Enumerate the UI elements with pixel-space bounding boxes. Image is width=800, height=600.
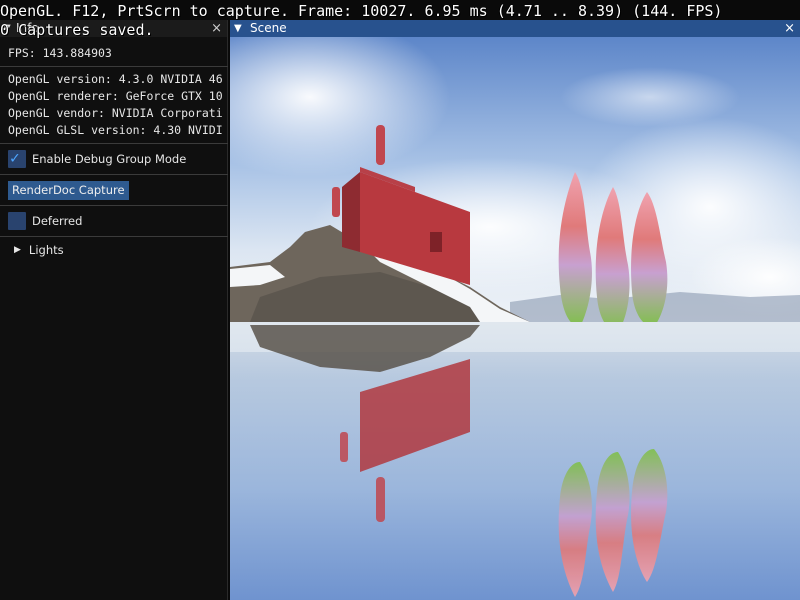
- fps-readout: FPS: 143.884903: [8, 46, 112, 60]
- divider: [0, 66, 228, 67]
- scene-title: Scene: [250, 21, 287, 35]
- debug-group-checkbox[interactable]: ✓: [8, 148, 26, 168]
- debug-group-toggle[interactable]: ✓ Enable Debug Group Mode: [8, 148, 227, 170]
- renderdoc-capture-button[interactable]: RenderDoc Capture: [8, 180, 129, 200]
- triangle-right-icon[interactable]: ▶: [14, 245, 21, 255]
- lights-tree-node[interactable]: ▶ Lights: [8, 241, 227, 259]
- close-icon[interactable]: ×: [784, 20, 795, 37]
- gl-vendor-text: OpenGL vendor: NVIDIA Corporati: [8, 106, 223, 120]
- cloud: [560, 67, 740, 127]
- deferred-toggle[interactable]: Deferred: [8, 210, 227, 232]
- divider: [0, 205, 228, 206]
- debug-group-label: Enable Debug Group Mode: [32, 152, 187, 166]
- frame-stats-overlay: OpenGL. F12, PrtScrn to capture. Frame: …: [0, 2, 723, 20]
- scene-title-bar[interactable]: ▼ Scene ×: [230, 20, 800, 37]
- gl-glsl-text: OpenGL GLSL version: 4.30 NVIDI: [8, 123, 223, 137]
- scene-window: ▼ Scene ×: [230, 20, 800, 600]
- captures-saved-overlay: 0 Captures saved.: [0, 21, 154, 39]
- deferred-label: Deferred: [32, 214, 83, 228]
- close-icon[interactable]: ×: [211, 20, 222, 37]
- checkmark-icon: ✓: [10, 148, 20, 167]
- lights-label: Lights: [28, 243, 64, 257]
- divider: [0, 143, 228, 144]
- deferred-checkbox[interactable]: [8, 212, 26, 230]
- divider: [0, 236, 228, 237]
- scene-viewport[interactable]: [230, 37, 800, 600]
- claw-reflections: [558, 449, 668, 597]
- divider: [0, 174, 228, 175]
- debug-info-panel: ▼ Info × FPS: 143.884903 OpenGL version:…: [0, 20, 228, 600]
- gl-renderer-text: OpenGL renderer: GeForce GTX 10: [8, 89, 223, 103]
- gl-version-text: OpenGL version: 4.3.0 NVIDIA 46: [8, 72, 223, 86]
- collapse-icon[interactable]: ▼: [234, 20, 242, 37]
